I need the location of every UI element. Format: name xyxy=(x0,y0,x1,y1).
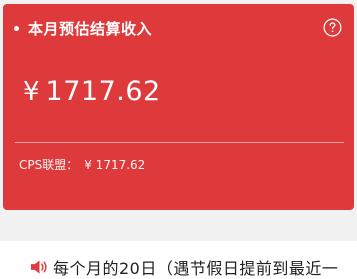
settlement-notice: 每个月的20日（遇节假日提前到最近一 xyxy=(0,241,357,279)
speaker-icon xyxy=(30,260,47,274)
income-card: 本月预估结算收入 ¥ 1717.62 CPS联盟： ¥ 1717.62 xyxy=(3,4,354,210)
currency-symbol: ¥ xyxy=(23,77,40,107)
estimated-income-amount: ¥ 1717.62 xyxy=(23,76,161,107)
card-divider xyxy=(15,142,344,143)
cps-label: CPS联盟： xyxy=(19,158,79,172)
notice-content: 每个月的20日（遇节假日提前到最近一 xyxy=(30,255,338,279)
title-bullet xyxy=(14,25,19,31)
cps-income-row: CPS联盟： ¥ 1717.62 xyxy=(19,156,145,173)
help-icon[interactable] xyxy=(323,18,342,37)
notice-text: 每个月的20日（遇节假日提前到最近一 xyxy=(53,259,339,278)
cps-value: ¥ 1717.62 xyxy=(84,157,146,172)
amount-value: 1717.62 xyxy=(45,76,161,107)
card-title: 本月预估结算收入 xyxy=(28,19,153,38)
card-header: 本月预估结算收入 xyxy=(14,19,153,38)
income-page: 本月预估结算收入 ¥ 1717.62 CPS联盟： ¥ 1717.62 每个月的… xyxy=(0,0,357,279)
